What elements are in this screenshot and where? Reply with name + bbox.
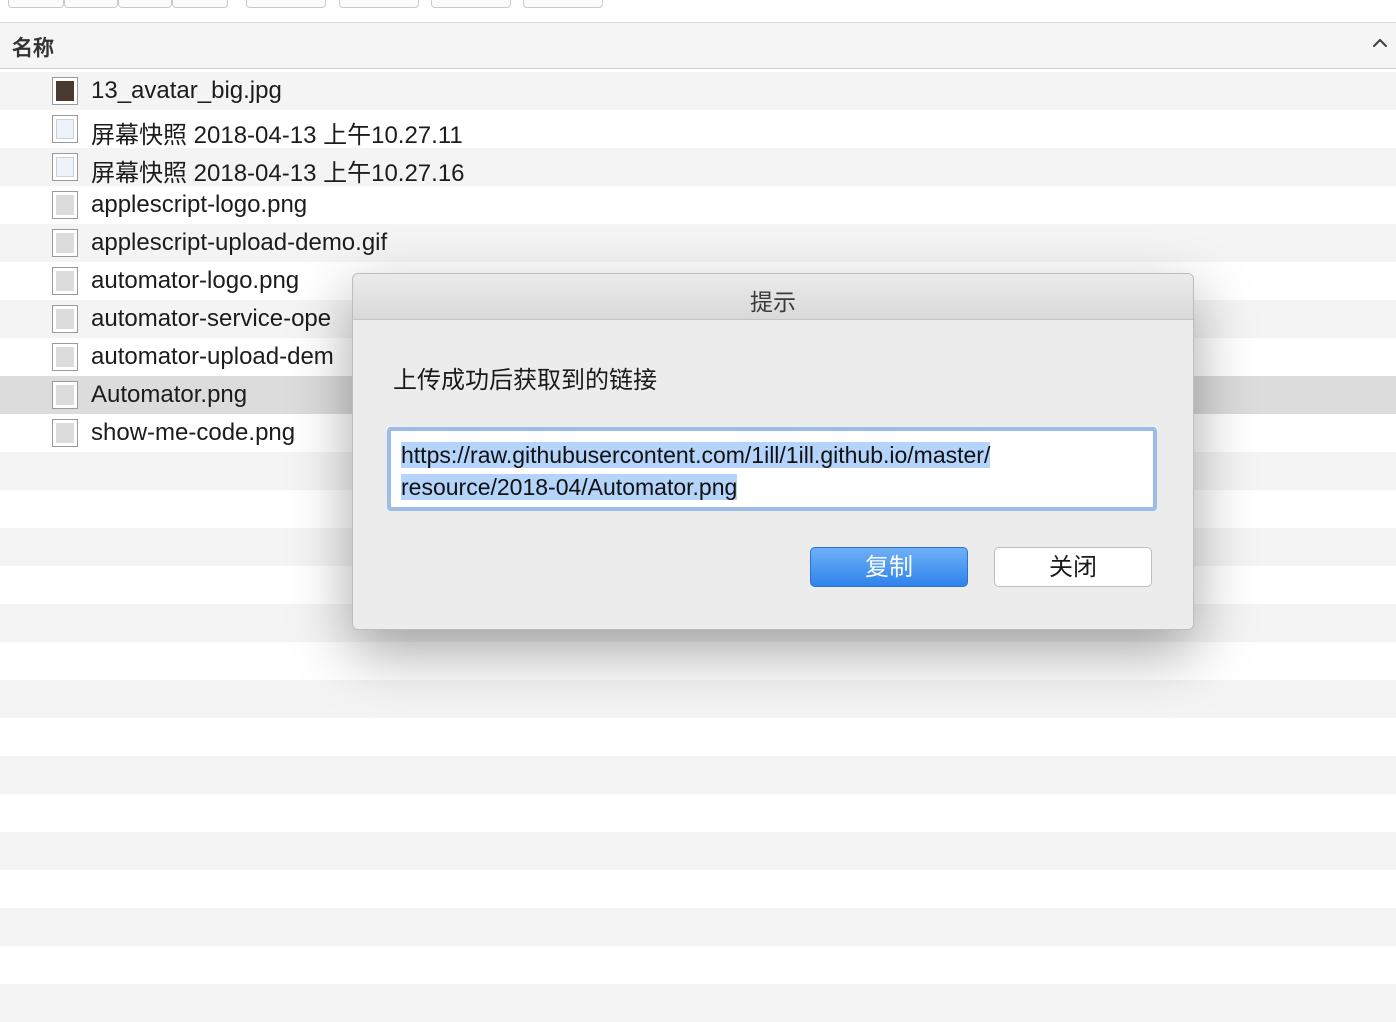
empty-row bbox=[0, 718, 1396, 756]
toolbar-segment[interactable] bbox=[8, 0, 64, 8]
image-file-icon bbox=[52, 343, 78, 371]
file-name: 屏幕快照 2018-04-13 上午10.27.11 bbox=[91, 122, 463, 149]
screenshot-file-icon bbox=[52, 115, 78, 143]
file-name: 屏幕快照 2018-04-13 上午10.27.16 bbox=[91, 160, 465, 187]
empty-row bbox=[0, 756, 1396, 794]
image-file-icon bbox=[52, 267, 78, 295]
toolbar bbox=[0, 0, 1396, 22]
dialog-titlebar[interactable]: 提示 bbox=[353, 274, 1193, 320]
toolbar-button[interactable] bbox=[431, 0, 511, 8]
dialog-message: 上传成功后获取到的链接 bbox=[393, 367, 657, 394]
toolbar-button[interactable] bbox=[523, 0, 603, 8]
toolbar-button[interactable] bbox=[246, 0, 326, 8]
file-row[interactable]: 13_avatar_big.jpg bbox=[0, 72, 1396, 110]
empty-row bbox=[0, 832, 1396, 870]
image-file-icon bbox=[52, 191, 78, 219]
toolbar-button[interactable] bbox=[339, 0, 419, 8]
empty-row bbox=[0, 870, 1396, 908]
file-row[interactable]: 屏幕快照 2018-04-13 上午10.27.11 bbox=[0, 110, 1396, 149]
file-row[interactable]: applescript-logo.png bbox=[0, 186, 1396, 224]
image-file-icon bbox=[52, 419, 78, 447]
dialog-title: 提示 bbox=[750, 289, 796, 315]
empty-row bbox=[0, 794, 1396, 832]
file-row[interactable]: applescript-upload-demo.gif bbox=[0, 224, 1396, 262]
file-name: automator-service-ope bbox=[91, 305, 332, 332]
file-row[interactable]: 屏幕快照 2018-04-13 上午10.27.16 bbox=[0, 148, 1396, 187]
image-file-icon bbox=[52, 229, 78, 257]
chevron-up-icon[interactable] bbox=[1370, 33, 1390, 53]
file-name: automator-upload-dem bbox=[91, 343, 334, 370]
file-name: Automator.png bbox=[91, 381, 248, 408]
url-line-1: https://raw.githubusercontent.com/1ill/1… bbox=[401, 442, 991, 468]
empty-row bbox=[0, 680, 1396, 718]
empty-row bbox=[0, 984, 1396, 1022]
url-text[interactable]: https://raw.githubusercontent.com/1ill/1… bbox=[401, 439, 1146, 503]
alert-dialog: 提示 上传成功后获取到的链接 https://raw.githubusercon… bbox=[352, 273, 1194, 630]
column-name-label[interactable]: 名称 bbox=[12, 32, 54, 62]
url-line-2: resource/2018-04/Automator.png bbox=[401, 474, 738, 500]
empty-row bbox=[0, 642, 1396, 680]
toolbar-segment[interactable] bbox=[118, 0, 172, 8]
close-button[interactable]: 关闭 bbox=[994, 547, 1152, 587]
file-name: 13_avatar_big.jpg bbox=[91, 77, 282, 104]
url-field[interactable]: https://raw.githubusercontent.com/1ill/1… bbox=[387, 427, 1157, 511]
file-name: applescript-logo.png bbox=[91, 191, 308, 218]
screenshot-file-icon bbox=[52, 153, 78, 181]
toolbar-segment[interactable] bbox=[172, 0, 228, 8]
file-name: automator-logo.png bbox=[91, 267, 300, 294]
file-name: show-me-code.png bbox=[91, 419, 296, 446]
column-header[interactable]: 名称 bbox=[0, 22, 1396, 69]
photo-thumbnail-icon bbox=[52, 77, 78, 105]
image-file-icon bbox=[52, 381, 78, 409]
empty-row bbox=[0, 908, 1396, 946]
image-file-icon bbox=[52, 305, 78, 333]
toolbar-segment[interactable] bbox=[64, 0, 118, 8]
empty-row bbox=[0, 946, 1396, 984]
file-name: applescript-upload-demo.gif bbox=[91, 229, 388, 256]
copy-button[interactable]: 复制 bbox=[810, 547, 968, 587]
